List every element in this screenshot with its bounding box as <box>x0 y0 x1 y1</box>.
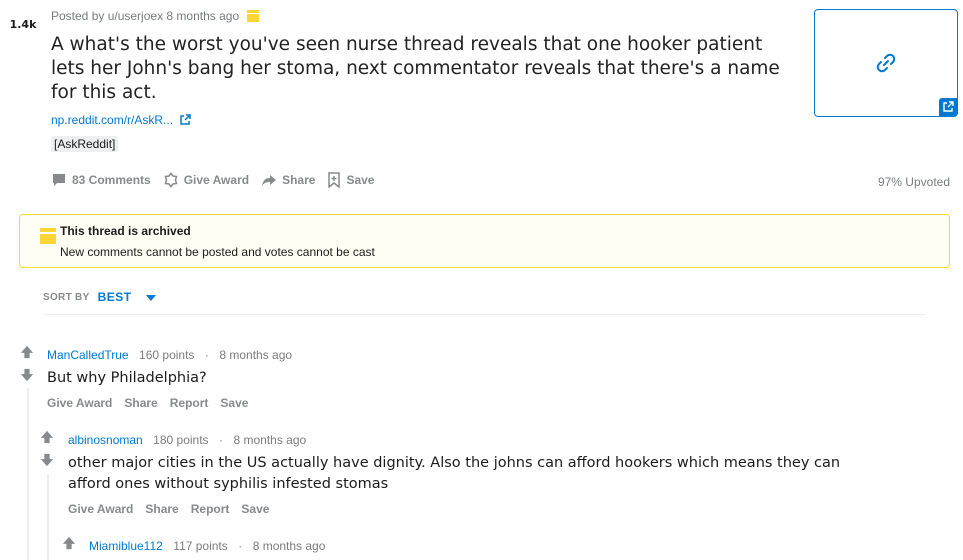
post-meta-text: Posted by u/userjoex 8 months ago <box>51 9 240 23</box>
chain-link-icon <box>876 53 896 73</box>
comment-username[interactable]: albinosnoman <box>68 433 143 447</box>
comment-body: other major cities in the US actually ha… <box>68 455 841 492</box>
thread-line[interactable] <box>47 474 49 560</box>
share-label: Share <box>282 173 316 187</box>
sort-label: SORT BY <box>43 291 90 303</box>
share-icon <box>262 175 277 186</box>
downvote-arrow-icon[interactable] <box>40 453 54 467</box>
comment-votes <box>20 345 34 387</box>
archived-detail: New comments cannot be posted and votes … <box>60 245 375 259</box>
separator-dot: · <box>204 348 209 362</box>
give-award-button[interactable]: Give Award <box>163 172 249 188</box>
comments-count: 83 Comments <box>72 173 151 187</box>
share-button[interactable]: Share <box>261 172 315 188</box>
report-button[interactable]: Report <box>191 502 230 516</box>
comment-icon <box>53 174 65 186</box>
archive-box-icon <box>40 228 56 244</box>
archive-icon <box>247 10 260 22</box>
comment-votes <box>62 536 76 555</box>
external-link-icon <box>180 114 191 125</box>
save-label: Save <box>346 173 375 187</box>
thumbnail-external-icon <box>939 98 957 116</box>
comment-time[interactable]: 8 months ago <box>233 433 306 447</box>
award-icon <box>164 172 178 188</box>
comment-time[interactable]: 8 months ago <box>219 348 292 362</box>
save-button[interactable]: Save <box>241 502 269 516</box>
upvote-arrow-icon[interactable] <box>20 345 34 359</box>
caret-down-icon[interactable] <box>145 295 156 301</box>
comment-username[interactable]: Miamiblue112 <box>89 539 163 553</box>
comments-button[interactable]: 83 Comments <box>51 172 151 188</box>
divider <box>43 314 926 315</box>
post-vote-column: 1.4k <box>8 12 38 35</box>
sort-control: SORT BY BEST <box>43 290 156 304</box>
comment-votes <box>40 430 54 472</box>
archived-heading: This thread is archived <box>60 224 191 238</box>
share-button[interactable]: Share <box>145 502 178 516</box>
save-button[interactable]: Save <box>220 396 248 410</box>
comment-actions: Give Award Share Report Save <box>47 396 907 410</box>
link-thumbnail[interactable] <box>814 9 958 117</box>
comment-time[interactable]: 8 months ago <box>253 539 326 553</box>
upvote-arrow-icon[interactable] <box>40 430 54 444</box>
comment-points: 160 points <box>139 348 195 362</box>
post-link[interactable]: np.reddit.com/r/AskR... <box>51 113 191 127</box>
share-button[interactable]: Share <box>124 396 157 410</box>
report-button[interactable]: Report <box>170 396 209 410</box>
bookmark-icon <box>328 172 341 188</box>
save-button[interactable]: Save <box>327 172 374 188</box>
sort-dropdown[interactable]: BEST <box>98 290 132 304</box>
archived-banner: This thread is archived New comments can… <box>19 214 950 268</box>
post-actions: 83 Comments Give Award Share Save <box>51 172 386 188</box>
upvote-arrow-icon[interactable] <box>62 536 76 550</box>
comment-actions: Give Award Share Report Save <box>68 502 858 516</box>
post: 1.4k Posted by u/userjoex 8 months ago A… <box>0 0 963 205</box>
comment-username[interactable]: ManCalledTrue <box>47 348 129 362</box>
give-award-label: Give Award <box>183 173 250 187</box>
downvote-arrow-icon[interactable] <box>20 368 34 382</box>
post-link-text[interactable]: np.reddit.com/r/AskR... <box>51 113 173 127</box>
upvote-ratio: 97% Upvoted <box>877 175 950 189</box>
comment-points: 180 points <box>153 433 209 447</box>
separator-dot: · <box>238 539 243 553</box>
post-score: 1.4k <box>9 18 37 31</box>
post-flair: [AskReddit] <box>51 136 119 152</box>
post-meta: Posted by u/userjoex 8 months ago <box>51 9 260 23</box>
give-award-button[interactable]: Give Award <box>68 502 133 516</box>
separator-dot: · <box>219 433 224 447</box>
comment-points: 117 points <box>173 539 228 553</box>
post-title[interactable]: A what's the worst you've seen nurse thr… <box>51 33 801 105</box>
comment-body: But why Philadelphia? <box>47 370 207 386</box>
thread-line[interactable] <box>27 388 29 560</box>
give-award-button[interactable]: Give Award <box>47 396 112 410</box>
